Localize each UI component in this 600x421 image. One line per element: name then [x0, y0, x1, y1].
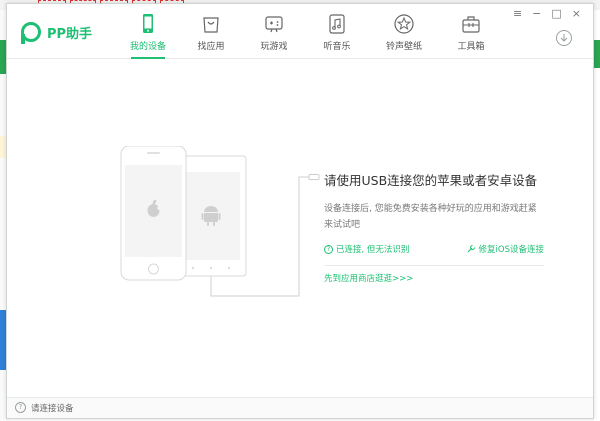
nav-tab-ringtones-wallpapers[interactable]: 铃声壁纸	[369, 10, 439, 56]
app-name: PP助手	[47, 26, 93, 42]
repair-ios-link[interactable]: 修复iOS设备连接	[466, 243, 544, 255]
nav-tab-games[interactable]: 玩游戏	[243, 10, 305, 56]
minimize-button[interactable]: −	[532, 8, 541, 20]
wrench-icon	[467, 245, 475, 253]
nav-tab-music[interactable]: 听音乐	[306, 10, 368, 56]
connected-unrecognized-label: 已连接, 但无法识别	[336, 245, 410, 255]
app-store-icon	[203, 17, 219, 33]
maximize-button[interactable]: □	[551, 8, 561, 20]
app-store-link[interactable]: 先到应用商店逛逛>>>	[324, 272, 544, 284]
main-nav: 我的设备 找应用 玩游戏 听音乐 铃声壁纸 工具箱	[117, 10, 503, 59]
app-logo: PP助手	[21, 22, 93, 44]
nav-tab-label: 铃声壁纸	[385, 42, 422, 52]
connect-device-panel: 请使用USB连接您的苹果或者安卓设备 设备连接后, 您能免费安装各种好玩的应用和…	[324, 170, 544, 284]
iphone	[120, 146, 187, 281]
help-icon[interactable]: ?	[15, 402, 26, 413]
menu-icon[interactable]: ≡	[513, 8, 522, 20]
repair-ios-label: 修复iOS设备连接	[478, 245, 544, 255]
nav-tab-label: 工具箱	[457, 42, 485, 52]
connection-help-row: ? 已连接, 但无法识别 修复iOS设备连接	[324, 243, 544, 266]
connected-unrecognized-link[interactable]: ? 已连接, 但无法识别	[324, 243, 409, 255]
device-illustration	[120, 146, 320, 297]
pp-logo-icon	[21, 22, 41, 44]
background-page-right	[594, 40, 600, 68]
title-bar: PP助手 我的设备 找应用 玩游戏 听音乐 铃声壁纸 工具箱 ≡ − □ ×	[7, 4, 593, 59]
pp-assistant-window: PP助手 我的设备 找应用 玩游戏 听音乐 铃声壁纸 工具箱 ≡ − □ × 请…	[6, 3, 594, 419]
android-phone	[176, 155, 247, 277]
nav-tab-label: 我的设备	[129, 42, 166, 52]
connect-description: 设备连接后, 您能免费安装各种好玩的应用和游戏赶紧来试试吧	[324, 204, 537, 230]
ringtone-wallpaper-icon	[394, 14, 414, 34]
music-icon	[329, 14, 345, 34]
window-controls: ≡ − □ ×	[513, 8, 581, 20]
status-text: 请连接设备	[31, 404, 74, 414]
nav-tab-label: 找应用	[197, 42, 225, 52]
nav-tab-toolbox[interactable]: 工具箱	[440, 10, 502, 56]
close-button[interactable]: ×	[572, 8, 581, 20]
phone-icon	[143, 14, 153, 33]
nav-tab-label: 听音乐	[323, 42, 351, 52]
nav-tab-my-device[interactable]: 我的设备	[117, 10, 179, 59]
download-button[interactable]	[556, 30, 572, 46]
toolbox-icon	[462, 16, 480, 33]
nav-tab-label: 玩游戏	[260, 42, 288, 52]
connect-title: 请使用USB连接您的苹果或者安卓设备	[324, 173, 538, 188]
gamepad-icon	[265, 16, 283, 33]
nav-tab-find-apps[interactable]: 找应用	[180, 10, 242, 56]
status-bar: ? 请连接设备	[7, 397, 593, 418]
download-arrow-icon	[560, 34, 568, 42]
question-icon: ?	[324, 244, 333, 254]
